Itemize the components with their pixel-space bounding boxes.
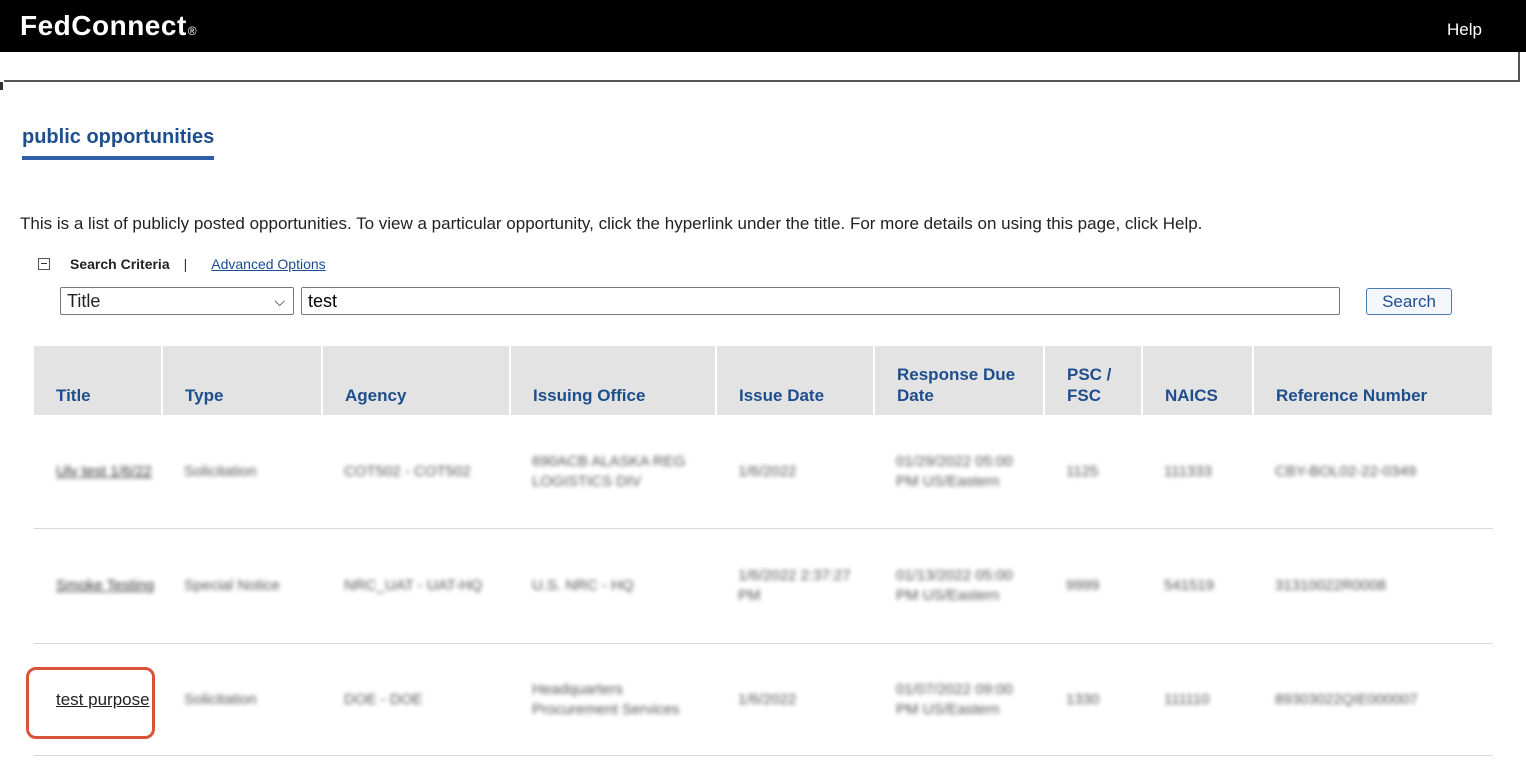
advanced-options-link[interactable]: Advanced Options xyxy=(211,256,325,272)
opportunity-title-link[interactable]: Ulv test 1/6/22 xyxy=(56,463,152,480)
col-header-title[interactable]: Title xyxy=(34,346,163,415)
registered-mark: ® xyxy=(187,24,198,38)
cell-title: test purpose xyxy=(34,643,162,756)
col-header-type[interactable]: Type xyxy=(162,346,323,415)
brand-name: FedConnect xyxy=(20,10,187,41)
criteria-separator: | xyxy=(183,256,188,272)
cell-psc-fsc: 1330 xyxy=(1044,643,1142,756)
search-field-select[interactable]: Title ⌵ xyxy=(60,287,294,315)
cell-title: Smoke Testing xyxy=(34,528,162,644)
cell-agency: COT502 - COT502 xyxy=(322,415,510,529)
collapse-icon[interactable] xyxy=(38,258,50,270)
cell-reference-number: 89303022QIE000007 xyxy=(1253,643,1493,756)
cell-issuing-office: U.S. NRC - HQ xyxy=(510,528,716,644)
cell-issue-date: 1/6/2022 xyxy=(716,643,874,756)
cell-reference-number: 31310022R0008 xyxy=(1253,528,1493,644)
col-header-issuing-office[interactable]: Issuing Office xyxy=(510,346,717,415)
opportunity-title-link[interactable]: test purpose xyxy=(56,690,150,709)
cell-response-due-date: 01/29/2022 05:00 PM US/Eastern xyxy=(874,415,1044,529)
cell-issuing-office: 690ACB ALASKA REG LOGISTICS DIV xyxy=(510,415,716,529)
cell-reference-number: CBY-BOL02-22-0349 xyxy=(1253,415,1493,529)
page-title: public opportunities xyxy=(22,126,215,160)
cell-type: Solicitation xyxy=(162,643,322,756)
results-table: Title Type Agency Issuing Office Issue D… xyxy=(34,346,1494,756)
top-navigation-bar: FedConnect® Help xyxy=(0,0,1526,52)
cell-response-due-date: 01/07/2022 09:00 PM US/Eastern xyxy=(874,643,1044,756)
cell-agency: NRC_UAT - UAT-HQ xyxy=(322,528,510,644)
col-header-reference-number[interactable]: Reference Number xyxy=(1253,346,1494,415)
col-header-response-due-date[interactable]: Response Due Date xyxy=(874,346,1045,415)
search-field-value: Title xyxy=(67,291,101,311)
help-link[interactable]: Help xyxy=(1447,20,1482,40)
table-header-row: Title Type Agency Issuing Office Issue D… xyxy=(34,346,1494,415)
cell-agency: DOE - DOE xyxy=(322,643,510,756)
col-header-agency[interactable]: Agency xyxy=(322,346,511,415)
cell-type: Solicitation xyxy=(162,415,322,529)
cell-title: Ulv test 1/6/22 xyxy=(34,415,162,529)
col-header-psc-fsc[interactable]: PSC / FSC xyxy=(1044,346,1143,415)
chevron-down-icon: ⌵ xyxy=(274,293,285,309)
cell-psc-fsc: 1125 xyxy=(1044,415,1142,529)
search-input[interactable] xyxy=(301,287,1340,315)
cell-naics: 111110 xyxy=(1142,643,1253,756)
search-criteria-label: Search Criteria xyxy=(70,256,170,272)
cell-naics: 111333 xyxy=(1142,415,1253,529)
col-header-issue-date[interactable]: Issue Date xyxy=(716,346,875,415)
cell-issuing-office: Headquarters Procurement Services xyxy=(510,643,716,756)
col-header-naics[interactable]: NAICS xyxy=(1142,346,1254,415)
fedconnect-logo[interactable]: FedConnect® xyxy=(20,10,197,42)
table-row: Ulv test 1/6/22 Solicitation COT502 - CO… xyxy=(34,415,1493,529)
cell-issue-date: 1/6/2022 2:37:27 PM xyxy=(716,528,874,644)
edge-marker xyxy=(0,82,3,90)
cell-psc-fsc: 9999 xyxy=(1044,528,1142,644)
table-row: test purpose Solicitation DOE - DOE Head… xyxy=(34,643,1493,756)
page-intro-text: This is a list of publicly posted opport… xyxy=(20,214,1203,233)
search-criteria-bar: Search Criteria | Advanced Options xyxy=(38,256,326,272)
sub-header-bar xyxy=(4,52,1520,82)
cell-type: Special Notice xyxy=(162,528,322,644)
search-button[interactable]: Search xyxy=(1366,288,1452,315)
cell-issue-date: 1/6/2022 xyxy=(716,415,874,529)
table-row: Smoke Testing Special Notice NRC_UAT - U… xyxy=(34,528,1493,644)
opportunity-title-link[interactable]: Smoke Testing xyxy=(56,577,154,594)
cell-naics: 541519 xyxy=(1142,528,1253,644)
cell-response-due-date: 01/13/2022 05:00 PM US/Eastern xyxy=(874,528,1044,644)
